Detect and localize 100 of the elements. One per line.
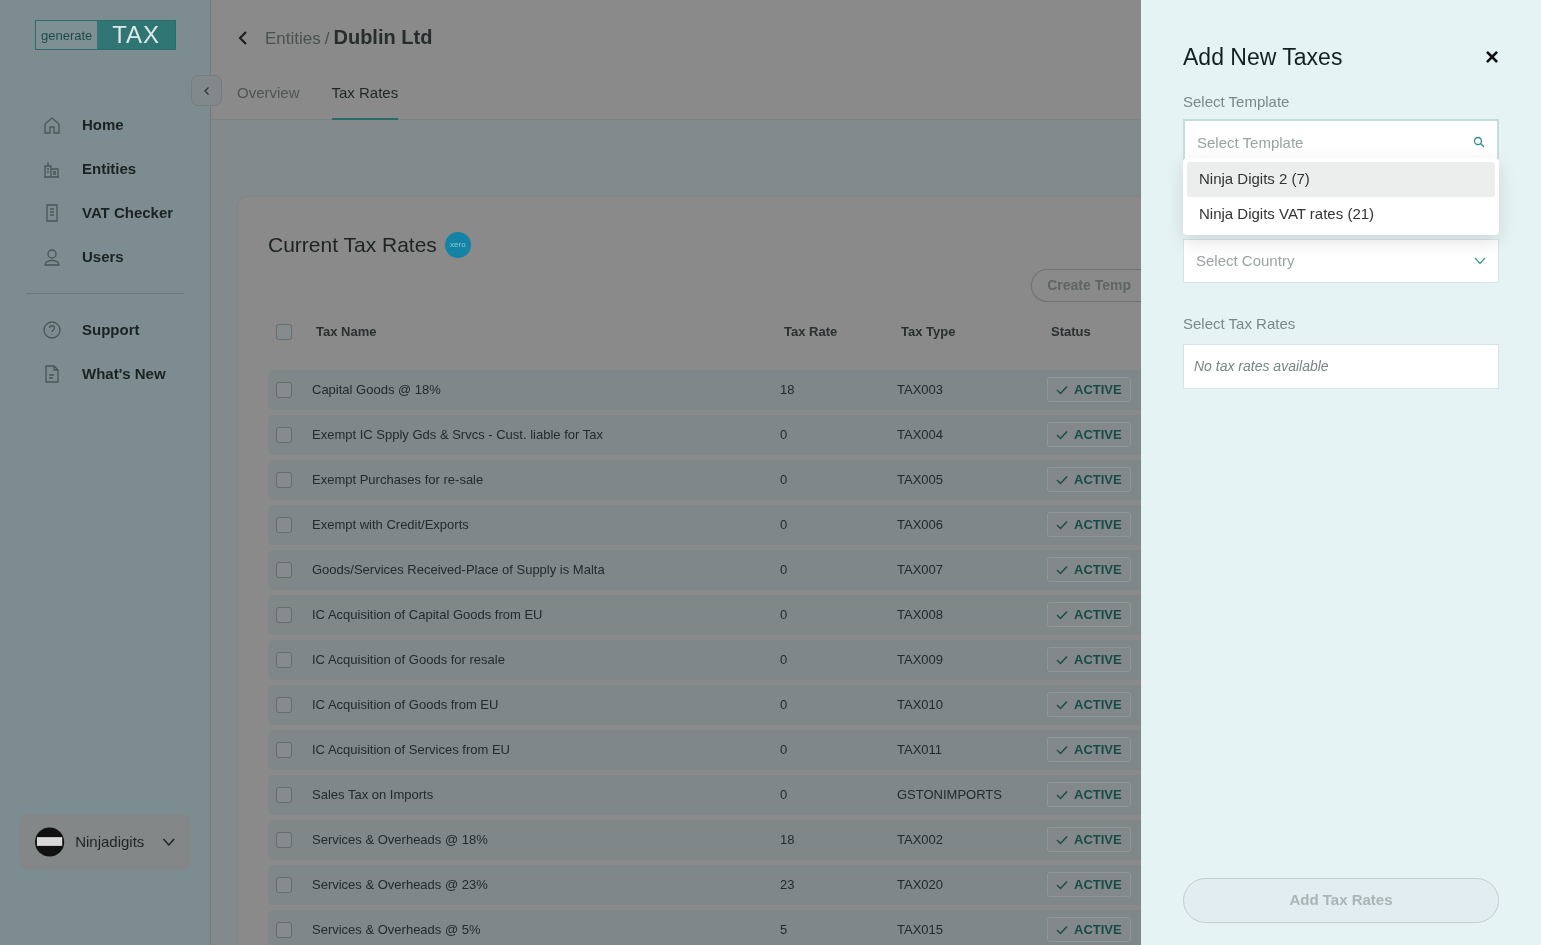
status-badge: ACTIVE — [1047, 871, 1131, 898]
row-checkbox[interactable] — [276, 876, 292, 893]
chevron-down-icon — [162, 837, 176, 847]
check-icon — [1056, 924, 1068, 935]
column-header: Tax Type — [901, 322, 957, 341]
buildings-icon — [42, 159, 62, 179]
table-cell-text: IC Acquisition of Capital Goods from EU — [312, 605, 544, 624]
table-cell-text: Goods/Services Received-Place of Supply is Malta — [312, 560, 606, 579]
search-icon — [1473, 136, 1485, 148]
table-cell-text: TAX002 — [897, 830, 944, 849]
row-checkbox[interactable] — [276, 651, 292, 668]
page-title: Dublin Ltd — [333, 25, 433, 50]
check-icon — [1056, 429, 1068, 440]
table-cell-text: IC Acquisition of Services from EU — [312, 740, 511, 759]
row-checkbox[interactable] — [276, 471, 292, 488]
check-icon — [1056, 879, 1068, 890]
check-icon — [1056, 384, 1068, 395]
row-checkbox[interactable] — [276, 561, 292, 578]
table-cell-text: GSTONIMPORTS — [897, 785, 1003, 804]
table-cell-text: 5 — [780, 920, 789, 939]
status-badge: ACTIVE — [1047, 916, 1131, 943]
table-cell-text: 0 — [780, 605, 789, 624]
table-cell-text: TAX004 — [897, 425, 944, 444]
row-checkbox[interactable] — [276, 381, 292, 398]
table-cell-text: 0 — [780, 650, 789, 669]
row-checkbox[interactable] — [276, 831, 292, 848]
row-checkbox[interactable] — [276, 426, 292, 443]
table-cell-text: TAX006 — [897, 515, 944, 534]
user-icon — [42, 247, 62, 267]
table-cell-text: 18 — [780, 830, 796, 849]
row-checkbox[interactable] — [276, 786, 292, 803]
table-cell-text: TAX009 — [897, 650, 944, 669]
status-badge: ACTIVE — [1047, 556, 1131, 583]
avatar-icon — [34, 826, 66, 858]
table-cell-text: Exempt Purchases for re-sale — [312, 470, 485, 489]
check-icon — [1056, 654, 1068, 665]
table-cell-text: IC Acquisition of Goods for resale — [312, 650, 506, 669]
panel-title: Add New Taxes — [1183, 43, 1343, 72]
account-menu[interactable]: Ninjadigits — [19, 814, 191, 870]
select-placeholder: Select Country — [1196, 250, 1295, 271]
sidebar-item[interactable]: What's New — [0, 352, 166, 396]
sidebar-item[interactable]: Home — [0, 103, 124, 147]
status-badge: ACTIVE — [1047, 421, 1131, 448]
close-button[interactable]: × — [1485, 45, 1499, 70]
field-label: Select Template — [1183, 91, 1291, 112]
table-cell-text: Exempt IC Spply Gds & Srvcs - Cust. liable for Tax — [312, 425, 604, 444]
status-badge: ACTIVE — [1047, 376, 1131, 403]
sidebar-item[interactable]: Users — [0, 235, 124, 279]
row-checkbox[interactable] — [276, 921, 292, 938]
table-cell-text: Services & Overheads @ 5% — [312, 920, 482, 939]
collapse-button[interactable] — [191, 75, 222, 106]
status-badge: ACTIVE — [1047, 511, 1131, 538]
tab[interactable]: Tax Rates — [331, 82, 399, 120]
check-icon — [1056, 564, 1068, 575]
home-icon — [42, 115, 62, 135]
table-cell-text: TAX011 — [897, 740, 944, 759]
table-cell-text: 18 — [780, 380, 796, 399]
row-checkbox[interactable] — [276, 741, 292, 758]
check-icon — [1056, 834, 1068, 845]
status-badge: ACTIVE — [1047, 736, 1131, 763]
status-badge: ACTIVE — [1047, 466, 1131, 493]
table-cell-text: Sales Tax on Imports — [312, 785, 435, 804]
check-icon — [1056, 609, 1068, 620]
table-cell-text: 0 — [780, 740, 789, 759]
select-all-checkbox[interactable] — [276, 323, 292, 340]
table-cell-text: 0 — [780, 695, 789, 714]
table-cell-text: TAX010 — [897, 695, 944, 714]
table-cell-text: TAX015 — [897, 920, 944, 939]
check-icon — [1056, 789, 1068, 800]
row-checkbox[interactable] — [276, 696, 292, 713]
table-cell-text: TAX020 — [897, 875, 944, 894]
card-title: Current Tax Rates — [268, 232, 437, 258]
table-cell-text: 0 — [780, 470, 789, 489]
row-checkbox[interactable] — [276, 606, 292, 623]
column-header: Status — [1051, 322, 1091, 341]
check-icon — [1056, 519, 1068, 530]
check-icon — [1056, 744, 1068, 755]
logo-text: TAX — [97, 21, 175, 49]
row-checkbox[interactable] — [276, 516, 292, 533]
dropdown-option[interactable]: Ninja Digits 2 (7) — [1187, 162, 1495, 197]
table-cell-text: Exempt with Credit/Exports — [312, 515, 470, 534]
country-select[interactable]: Select Country — [1183, 239, 1499, 283]
table-cell-text: TAX005 — [897, 470, 944, 489]
status-badge: ACTIVE — [1047, 601, 1131, 628]
table-cell-text: 0 — [780, 425, 789, 444]
check-icon — [1056, 699, 1068, 710]
column-header: Tax Name — [316, 322, 378, 341]
sidebar-item[interactable]: Support — [0, 308, 140, 352]
chevron-down-icon — [1474, 257, 1486, 265]
table-cell-text: IC Acquisition of Goods from EU — [312, 695, 500, 714]
sidebar-item[interactable]: VAT Checker — [0, 191, 174, 235]
table-cell-text: 0 — [780, 560, 789, 579]
breadcrumb-separator: / — [324, 28, 330, 50]
status-badge: ACTIVE — [1047, 781, 1131, 808]
table-cell-text: 0 — [780, 515, 789, 534]
sidebar-item[interactable]: Entities — [0, 147, 137, 191]
breadcrumb-link[interactable]: Entities — [265, 26, 321, 52]
table-cell-text: Services & Overheads @ 23% — [312, 875, 489, 894]
table-cell-text: TAX008 — [897, 605, 944, 624]
xero-logo: xero — [444, 231, 471, 258]
